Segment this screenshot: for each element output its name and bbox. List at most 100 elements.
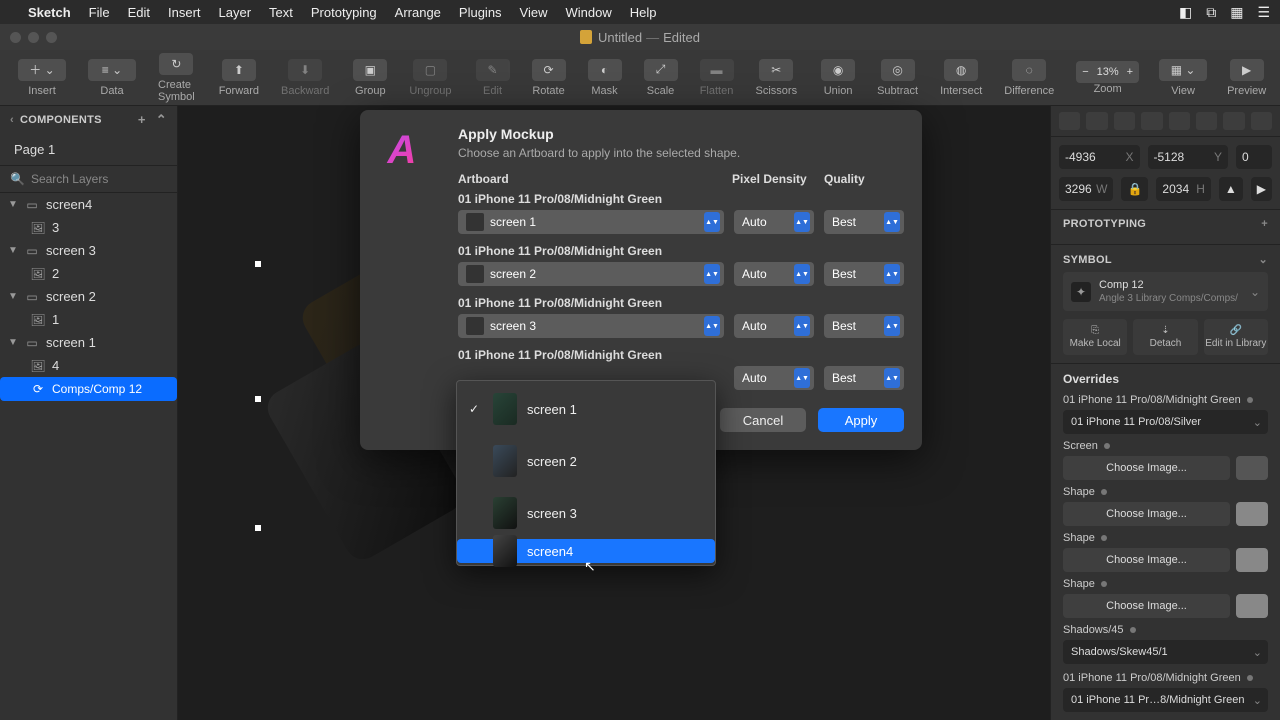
rotation-input[interactable]: 0	[1236, 145, 1272, 169]
data-button[interactable]: ≡ ⌄Data	[78, 50, 146, 105]
image-swatch[interactable]	[1236, 548, 1268, 572]
layer-image[interactable]: 🖼3	[0, 216, 177, 239]
list-icon[interactable]: ☰	[1257, 4, 1270, 21]
image-swatch[interactable]	[1236, 502, 1268, 526]
layer-image[interactable]: 🖼4	[0, 354, 177, 377]
collapse-icon[interactable]: ⌃	[156, 112, 167, 128]
make-local-button[interactable]: ⎘Make Local	[1063, 319, 1127, 355]
view-button[interactable]: ▦ ⌄View	[1149, 59, 1217, 97]
layer-image[interactable]: 🖼1	[0, 308, 177, 331]
page-item[interactable]: Page 1	[0, 134, 177, 165]
backward-button[interactable]: ⬇Backward	[271, 50, 339, 105]
app-name[interactable]: Sketch	[28, 5, 71, 20]
dropbox-icon[interactable]: ⧉	[1206, 4, 1216, 21]
menu-arrange[interactable]: Arrange	[395, 5, 441, 20]
symbol-chevron-icon[interactable]: ⌄	[1258, 253, 1268, 266]
menu-layer[interactable]: Layer	[219, 5, 252, 20]
back-icon[interactable]: ‹	[10, 114, 14, 126]
create-symbol-button[interactable]: ↻Create Symbol	[148, 50, 205, 105]
macos-menubar: Sketch File Edit Insert Layer Text Proto…	[0, 0, 1280, 24]
height-input[interactable]: 2034H	[1156, 177, 1210, 201]
x-input[interactable]: -4936X	[1059, 145, 1140, 169]
menu-edit[interactable]: Edit	[128, 5, 150, 20]
choose-image-button[interactable]: Choose Image...	[1063, 548, 1230, 572]
zoom-in-button[interactable]: +	[1127, 66, 1133, 78]
scissors-button[interactable]: ✂Scissors	[746, 50, 808, 105]
quality-select[interactable]: Best▲▼	[824, 314, 904, 338]
artboard-select[interactable]: screen 1▲▼	[458, 210, 724, 234]
difference-button[interactable]: ◌Difference	[994, 50, 1064, 105]
override-select[interactable]: 01 iPhone 11 Pr…8/Midnight Green	[1063, 688, 1268, 712]
y-input[interactable]: -5128Y	[1148, 145, 1229, 169]
menu-help[interactable]: Help	[630, 5, 657, 20]
flatten-button[interactable]: ▬Flatten	[690, 50, 744, 105]
density-select[interactable]: Auto▲▼	[734, 210, 814, 234]
override-select[interactable]: Shadows/Skew45/1	[1063, 640, 1268, 664]
layer-artboard[interactable]: ▼▭screen 3	[0, 239, 177, 262]
density-select[interactable]: Auto▲▼	[734, 314, 814, 338]
layers-list: ▼▭screen4 🖼3 ▼▭screen 3 🖼2 ▼▭screen 2 🖼1…	[0, 193, 177, 720]
traffic-lights[interactable]	[10, 32, 57, 43]
rotate-button[interactable]: ⟳Rotate	[522, 50, 576, 105]
preview-button[interactable]: ▶Preview	[1217, 59, 1276, 97]
flip-h-button[interactable]: ▲	[1219, 177, 1243, 201]
scale-button[interactable]: ⤢Scale	[634, 50, 688, 105]
menu-insert[interactable]: Insert	[168, 5, 201, 20]
quality-select[interactable]: Best▲▼	[824, 262, 904, 286]
layer-artboard[interactable]: ▼▭screen 2	[0, 285, 177, 308]
search-layers-input[interactable]: 🔍 Search Layers	[0, 165, 177, 193]
mask-button[interactable]: ◐Mask	[578, 50, 632, 105]
symbol-card[interactable]: ✦ Comp 12Angle 3 Library Comps/Comps/ ⌄	[1063, 272, 1268, 311]
more-button[interactable]: »	[1276, 70, 1280, 86]
edit-button[interactable]: ✎Edit	[466, 50, 520, 105]
choose-image-button[interactable]: Choose Image...	[1063, 502, 1230, 526]
override-select[interactable]: 01 iPhone 11 Pro/08/Silver	[1063, 410, 1268, 434]
dropdown-item[interactable]: ✓screen 1	[457, 383, 715, 435]
density-select[interactable]: Auto▲▼	[734, 366, 814, 390]
forward-button[interactable]: ⬆Forward	[209, 50, 269, 105]
dropdown-item[interactable]: screen 2	[457, 435, 715, 487]
layer-artboard[interactable]: ▼▭screen4	[0, 193, 177, 216]
subtract-button[interactable]: ◎Subtract	[867, 50, 928, 105]
choose-image-button[interactable]: Choose Image...	[1063, 594, 1230, 618]
flip-v-button[interactable]: ▶	[1251, 177, 1272, 201]
layer-symbol[interactable]: ⟳Comps/Comp 12	[0, 377, 177, 401]
quality-select[interactable]: Best▲▼	[824, 210, 904, 234]
status-icon[interactable]: ▦	[1230, 4, 1243, 21]
quality-select[interactable]: Best▲▼	[824, 366, 904, 390]
artboard-select[interactable]: screen 2▲▼	[458, 262, 724, 286]
edit-in-library-button[interactable]: 🔗Edit in Library	[1204, 319, 1268, 355]
intersect-button[interactable]: ◍Intersect	[930, 50, 992, 105]
add-prototype-button[interactable]: +	[1261, 218, 1268, 230]
menu-window[interactable]: Window	[566, 5, 612, 20]
cancel-button[interactable]: Cancel	[720, 408, 806, 432]
dropdown-item[interactable]: screen 3	[457, 487, 715, 539]
menu-text[interactable]: Text	[269, 5, 293, 20]
ungroup-button[interactable]: ▢Ungroup	[399, 50, 461, 105]
layer-artboard[interactable]: ▼▭screen 1	[0, 331, 177, 354]
apply-button[interactable]: Apply	[818, 408, 904, 432]
union-button[interactable]: ◉Union	[811, 50, 865, 105]
menu-plugins[interactable]: Plugins	[459, 5, 502, 20]
panels-icon[interactable]: ◧	[1179, 4, 1192, 21]
width-input[interactable]: 3296W	[1059, 177, 1113, 201]
layer-image[interactable]: 🖼2	[0, 262, 177, 285]
image-swatch[interactable]	[1236, 456, 1268, 480]
artboard-select[interactable]: screen 3▲▼	[458, 314, 724, 338]
menu-file[interactable]: File	[89, 5, 110, 20]
density-select[interactable]: Auto▲▼	[734, 262, 814, 286]
menu-view[interactable]: View	[520, 5, 548, 20]
alignment-tabs[interactable]	[1051, 106, 1280, 137]
choose-image-button[interactable]: Choose Image...	[1063, 456, 1230, 480]
chevron-down-icon: ⌄	[1250, 285, 1260, 299]
add-icon[interactable]: +	[138, 112, 146, 128]
group-button[interactable]: ▣Group	[343, 50, 397, 105]
dropdown-item[interactable]: screen4	[457, 539, 715, 563]
detach-button[interactable]: ⇣Detach	[1133, 319, 1197, 355]
menu-prototyping[interactable]: Prototyping	[311, 5, 377, 20]
lock-icon[interactable]: 🔒	[1121, 177, 1148, 201]
image-swatch[interactable]	[1236, 594, 1268, 618]
dialog-title: Apply Mockup	[458, 126, 904, 142]
insert-button[interactable]: ＋ ⌄Insert	[8, 50, 76, 105]
zoom-out-button[interactable]: −	[1082, 66, 1088, 78]
